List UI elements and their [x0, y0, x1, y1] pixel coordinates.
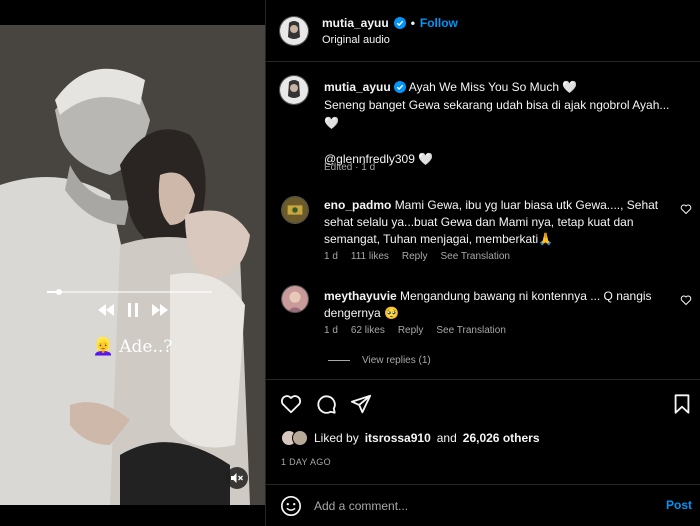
video-seek-bar[interactable]: [47, 289, 212, 295]
video-caption-emoji: 👱‍♀️: [92, 337, 114, 357]
liker-avatar[interactable]: [292, 430, 308, 446]
view-replies-divider: [328, 360, 350, 361]
view-replies-label[interactable]: View replies (1): [362, 355, 431, 366]
commenter-avatar[interactable]: [281, 196, 309, 224]
author-username[interactable]: mutia_ayuu: [322, 16, 389, 30]
follow-button[interactable]: Follow: [420, 16, 458, 30]
caption-author-avatar[interactable]: [279, 75, 309, 105]
comment-body: eno_padmo Mami Gewa, ibu yg luar biasa u…: [324, 197, 669, 248]
verified-badge-icon: [394, 81, 407, 93]
post-actions: Liked by itsrossa910 and 26,026 others 1…: [266, 379, 700, 491]
comment-username[interactable]: meythayuvie: [324, 289, 397, 303]
likes-summary: Liked by itsrossa910 and 26,026 others: [281, 430, 540, 446]
liked-by-user[interactable]: itsrossa910: [365, 431, 431, 445]
video-seek-handle[interactable]: [55, 289, 62, 295]
comment-body: meythayuvie Mengandung bawang ni kontenn…: [324, 288, 669, 322]
liker-avatars: [281, 430, 308, 446]
reply-button[interactable]: Reply: [398, 325, 424, 336]
post-header: mutia_ayuu • Follow Original audio: [266, 0, 700, 62]
comment-bubble-icon[interactable]: [315, 393, 337, 415]
caption-line-2: Seneng banget Gewa sekarang udah bisa di…: [324, 98, 670, 130]
separator-dot: •: [410, 16, 415, 30]
like-comment-heart-icon[interactable]: [680, 203, 692, 215]
see-translation-button[interactable]: See Translation: [436, 325, 506, 336]
post-comment-button[interactable]: Post: [666, 498, 692, 512]
video-player[interactable]: 👱‍♀️ Ade..?: [0, 0, 265, 526]
post-caption: mutia_ayuu Ayah We Miss You So Much 🤍 Se…: [324, 78, 679, 168]
comment-username[interactable]: eno_padmo: [324, 198, 391, 212]
speaker-muted-icon: [231, 473, 243, 483]
caption-username[interactable]: mutia_ayuu: [324, 80, 391, 94]
rewind-icon[interactable]: [97, 302, 115, 318]
caption-edited-timestamp: Edited · 1 d: [324, 162, 376, 173]
comment-meta: 1 d 111 likes Reply See Translation: [324, 251, 510, 262]
comment-likes[interactable]: 62 likes: [351, 325, 385, 336]
view-replies-button[interactable]: View replies (1): [328, 355, 431, 366]
video-frame-illustration: [0, 25, 265, 505]
commenter-avatar[interactable]: [281, 285, 309, 313]
comment-likes[interactable]: 111 likes: [351, 251, 389, 262]
caption-line-1: Ayah We Miss You So Much 🤍: [408, 80, 578, 94]
comment-meta: 1 d 62 likes Reply See Translation: [324, 325, 506, 336]
mute-button[interactable]: [226, 467, 248, 489]
like-comment-heart-icon[interactable]: [680, 294, 692, 306]
verified-badge-icon: [393, 17, 406, 29]
liked-by-and: and: [436, 431, 457, 445]
author-avatar[interactable]: [279, 16, 309, 46]
post-panel: mutia_ayuu • Follow Original audio mutia…: [265, 0, 700, 526]
add-comment-bar: Post: [266, 484, 700, 526]
audio-label[interactable]: Original audio: [322, 34, 390, 46]
reply-button[interactable]: Reply: [402, 251, 428, 262]
like-heart-icon[interactable]: [280, 393, 302, 415]
comments-list[interactable]: mutia_ayuu Ayah We Miss You So Much 🤍 Se…: [266, 63, 700, 379]
add-comment-input[interactable]: [314, 495, 634, 517]
video-frame[interactable]: 👱‍♀️ Ade..?: [0, 25, 265, 505]
liked-by-prefix: Liked by: [314, 431, 359, 445]
video-controls: [97, 301, 169, 319]
see-translation-button[interactable]: See Translation: [440, 251, 510, 262]
pause-icon[interactable]: [124, 302, 142, 318]
save-bookmark-icon[interactable]: [671, 393, 693, 415]
emoji-smiley-icon[interactable]: [280, 495, 302, 517]
comment-age: 1 d: [324, 325, 338, 336]
header-title-row: mutia_ayuu • Follow: [322, 16, 458, 30]
fast-forward-icon[interactable]: [151, 302, 169, 318]
share-paper-plane-icon[interactable]: [350, 393, 372, 415]
video-caption: 👱‍♀️ Ade..?: [0, 337, 265, 357]
video-caption-text: Ade..?: [119, 337, 173, 357]
comment-age: 1 d: [324, 251, 338, 262]
post-date[interactable]: 1 DAY AGO: [281, 457, 331, 467]
likes-count[interactable]: 26,026 others: [463, 431, 540, 445]
